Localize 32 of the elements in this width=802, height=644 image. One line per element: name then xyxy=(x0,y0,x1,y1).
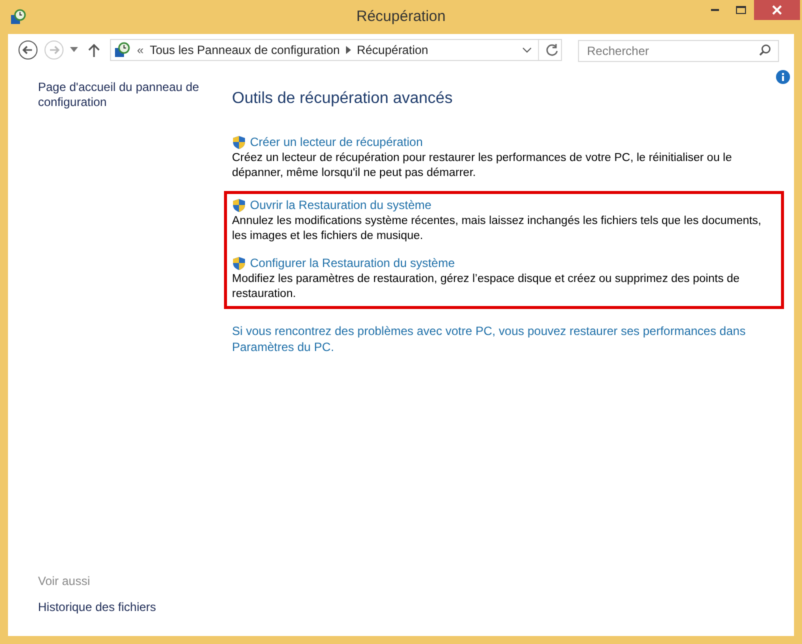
task-description: Annulez les modifications système récentes, mais laissez inchangés les fichiers tels que les documents, les images et les fichiers de musique. xyxy=(232,214,762,244)
see-also-link[interactable]: Historique des fichiers xyxy=(38,598,214,616)
settings-link[interactable]: Si vous rencontrez des problèmes avec votre PC, vous pouvez restaurer ses performances dans Paramètres du PC. xyxy=(232,323,752,355)
shield-icon xyxy=(232,198,246,212)
search-icon[interactable] xyxy=(759,44,771,56)
dropdown-caret-icon[interactable] xyxy=(70,47,78,53)
address-bar[interactable]: « Tous les Panneaux de configuration Récupération xyxy=(110,39,562,61)
task-link[interactable]: Ouvrir la Restauration du système xyxy=(250,196,432,214)
close-icon[interactable] xyxy=(772,5,782,15)
shield-icon xyxy=(232,134,246,150)
help-icon[interactable] xyxy=(776,70,790,84)
breadcrumb-item[interactable]: Récupération xyxy=(356,41,428,59)
up-arrow-icon[interactable] xyxy=(88,43,100,57)
chevron-down-icon[interactable] xyxy=(522,47,532,53)
task-description: Créez un lecteur de récupération pour restaurer les performances de votre PC, le réinitialiser ou le dépanner, même lorsqu'il ne peut pas démarrer. xyxy=(232,151,733,181)
search-field[interactable]: Rechercher xyxy=(578,40,779,62)
section-heading: Outils de récupération avancés xyxy=(232,89,454,109)
overflow-chevron[interactable]: « xyxy=(137,41,144,59)
task-description: Modifiez les paramètres de restauration, gérez l’espace disque et créez ou supprimez des points de restauration. xyxy=(232,272,741,302)
back-icon[interactable] xyxy=(18,40,38,60)
task-link[interactable]: Créer un lecteur de récupération xyxy=(250,133,423,151)
window-title: Récupération xyxy=(356,6,446,27)
recovery-icon xyxy=(10,9,26,25)
sidebar-link[interactable]: Page d'accueil du panneau de configuration xyxy=(38,80,214,110)
breadcrumb-separator-icon[interactable] xyxy=(346,46,351,54)
see-also-heading: Voir aussi xyxy=(38,573,92,590)
recovery-icon xyxy=(113,42,131,58)
close-button[interactable] xyxy=(754,0,800,20)
shield-icon xyxy=(232,256,246,270)
task-link[interactable]: Configurer la Restauration du système xyxy=(250,254,455,272)
breadcrumb-item[interactable]: Tous les Panneaux de configuration xyxy=(150,41,340,59)
refresh-icon[interactable] xyxy=(545,43,559,57)
